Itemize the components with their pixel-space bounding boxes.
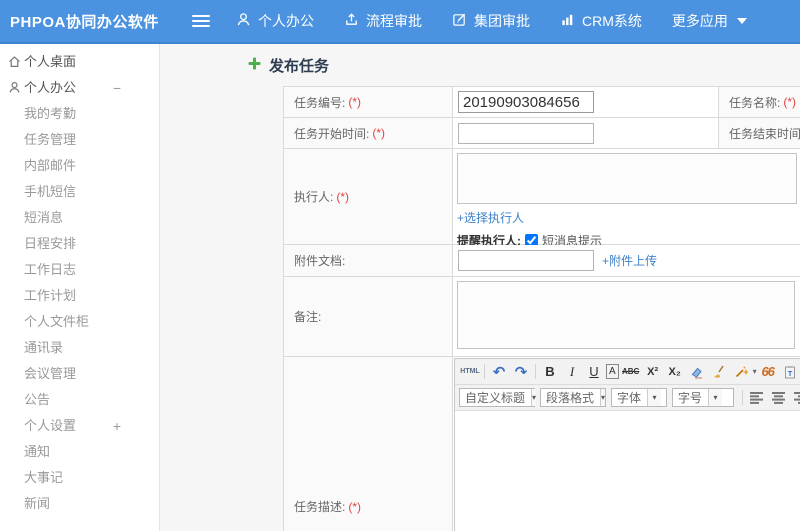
font-size-select[interactable]: 字号 ▾ (672, 388, 734, 407)
caret-down-icon (736, 18, 747, 24)
nav-label: 流程审批 (366, 13, 422, 29)
sidebar-item-file-cabinet[interactable]: 个人文件柜 (0, 309, 159, 335)
menu-toggle-icon[interactable] (192, 12, 210, 30)
blockquote-button[interactable]: 66 (758, 362, 778, 382)
start-time-input[interactable] (458, 122, 594, 144)
remark-textarea[interactable] (457, 281, 795, 349)
flow-approval-icon (344, 12, 359, 30)
sidebar-item-memorabilia[interactable]: 大事记 (0, 465, 159, 491)
sidebar-item-task-management[interactable]: 任务管理 (0, 127, 159, 153)
chevron-down-icon: ▾ (647, 389, 662, 406)
sidebar-item-internal-mail[interactable]: 内部邮件 (0, 153, 159, 179)
attachment-label: 附件文档: (284, 245, 453, 277)
format-brush-icon[interactable] (709, 362, 729, 382)
nav-label: 更多应用 (671, 13, 728, 29)
sidebar-item-announcement[interactable]: 公告 (0, 387, 159, 413)
sidebar-item-work-plan[interactable]: 工作计划 (0, 283, 159, 309)
underline-button[interactable]: U (584, 362, 604, 382)
sidebar-item-personal-office[interactable]: 个人办公 − (0, 75, 159, 101)
align-center-icon[interactable] (769, 388, 789, 408)
collapse-icon[interactable]: − (113, 75, 121, 101)
sidebar-item-my-attendance[interactable]: 我的考勤 (0, 101, 159, 127)
task-number-input[interactable] (458, 91, 594, 113)
task-description-label: 任务描述: (*) (284, 357, 453, 531)
editor-toolbar-row1: HTML ↶ ↷ B I U A ABC X² X₂ ▾ 66 T (455, 359, 800, 385)
editor-content-area[interactable] (455, 411, 800, 531)
sidebar-item-news[interactable]: 新闻 (0, 491, 159, 517)
subscript-button[interactable]: X₂ (665, 362, 685, 382)
start-time-label: 任务开始时间: (*) (284, 118, 453, 149)
sidebar-item-notification[interactable]: 通知 (0, 439, 159, 465)
sidebar-item-schedule[interactable]: 日程安排 (0, 231, 159, 257)
sidebar-item-meeting-management[interactable]: 会议管理 (0, 361, 159, 387)
executor-label: 执行人: (*) (284, 149, 453, 245)
edit-square-icon (452, 12, 467, 30)
expand-icon[interactable]: + (113, 413, 121, 439)
chevron-down-icon: ▾ (708, 389, 723, 406)
custom-title-select[interactable]: 自定义标题 ▾ (459, 388, 537, 407)
app-logo: PHPOA协同办公软件 (10, 13, 159, 31)
sidebar-item-work-log[interactable]: 工作日志 (0, 257, 159, 283)
plus-icon (248, 57, 261, 75)
rich-text-editor: HTML ↶ ↷ B I U A ABC X² X₂ ▾ 66 T 自定义标题 … (454, 358, 800, 531)
attachment-input[interactable] (458, 250, 594, 271)
main-nav: 个人办公 流程审批 集团审批 CRM系统 更多应用 (236, 11, 777, 31)
align-right-icon[interactable] (791, 388, 800, 408)
page-title: 发布任务 (248, 55, 329, 76)
user-icon (236, 12, 251, 30)
executor-textarea[interactable] (457, 153, 797, 204)
superscript-button[interactable]: X² (643, 362, 663, 382)
remove-format-eraser-icon[interactable] (687, 362, 707, 382)
nav-label: CRM系统 (582, 13, 642, 29)
svg-text:T: T (787, 369, 792, 378)
topbar: PHPOA协同办公软件 个人办公 流程审批 集团审批 CRM系统 更多应用 (0, 0, 800, 44)
chevron-down-icon: ▾ (600, 389, 606, 406)
redo-button[interactable]: ↷ (511, 362, 531, 382)
task-number-cell (453, 87, 719, 118)
sidebar-item-contacts[interactable]: 通讯录 (0, 335, 159, 361)
chevron-down-icon: ▾ (531, 389, 537, 406)
source-code-button[interactable]: HTML (460, 362, 480, 382)
sidebar-item-short-message[interactable]: 短消息 (0, 205, 159, 231)
sidebar-item-personal-desktop[interactable]: 个人桌面 (0, 49, 159, 75)
sidebar-item-personal-settings[interactable]: 个人设置 + (0, 413, 159, 439)
italic-button[interactable]: I (562, 362, 582, 382)
nav-item-group-approval[interactable]: 集团审批 (452, 11, 530, 31)
main-content: 发布任务 任务编号:(*) 任务名称:(*) 任务开始时间:(*) 任务结束时间… (160, 44, 800, 531)
nav-item-flow-approval[interactable]: 流程审批 (344, 11, 422, 31)
bold-button[interactable]: B (540, 362, 560, 382)
bar-chart-icon (560, 12, 575, 30)
end-time-label: 任务结束时间:(*) (719, 118, 800, 149)
font-family-select[interactable]: 字体 ▾ (611, 388, 667, 407)
task-name-label: 任务名称: (*) (719, 87, 800, 118)
task-description-cell: HTML ↶ ↷ B I U A ABC X² X₂ ▾ 66 T 自定义标题 … (453, 357, 800, 531)
sidebar: 个人桌面 个人办公 − 我的考勤 任务管理 内部邮件 手机短信 短消息 日程安排… (0, 44, 160, 531)
start-time-cell (453, 118, 719, 149)
nav-item-crm[interactable]: CRM系统 (560, 11, 642, 31)
strikethrough-button[interactable]: ABC (621, 362, 641, 382)
attachment-cell: +附件上传 (453, 245, 800, 277)
nav-item-personal-office[interactable]: 个人办公 (236, 11, 314, 31)
quick-format-wand-icon[interactable] (731, 362, 751, 382)
executor-cell: +选择执行人 提醒执行人: 短消息提示 (453, 149, 800, 248)
task-number-label: 任务编号: (*) (284, 87, 453, 118)
nav-item-more-apps[interactable]: 更多应用 (672, 11, 747, 31)
select-executor-link[interactable]: +选择执行人 (457, 211, 524, 225)
sidebar-item-sms[interactable]: 手机短信 (0, 179, 159, 205)
font-style-button[interactable]: A (606, 364, 619, 379)
paste-as-text-icon[interactable]: T (780, 362, 800, 382)
publish-task-form: 任务编号:(*) 任务名称:(*) 任务开始时间:(*) 任务结束时间:(*) … (283, 86, 800, 531)
nav-label: 个人办公 (258, 13, 314, 29)
align-left-icon[interactable] (747, 388, 767, 408)
editor-toolbar-row2: 自定义标题 ▾ 段落格式 ▾ 字体 ▾ 字号 ▾ (455, 385, 800, 411)
remark-cell (453, 277, 800, 357)
remark-label: 备注: (284, 277, 453, 357)
undo-button[interactable]: ↶ (489, 362, 509, 382)
nav-label: 集团审批 (474, 13, 530, 29)
paragraph-format-select[interactable]: 段落格式 ▾ (540, 388, 606, 407)
wand-caret-icon[interactable]: ▾ (753, 367, 757, 376)
attachment-upload-link[interactable]: +附件上传 (602, 252, 657, 269)
